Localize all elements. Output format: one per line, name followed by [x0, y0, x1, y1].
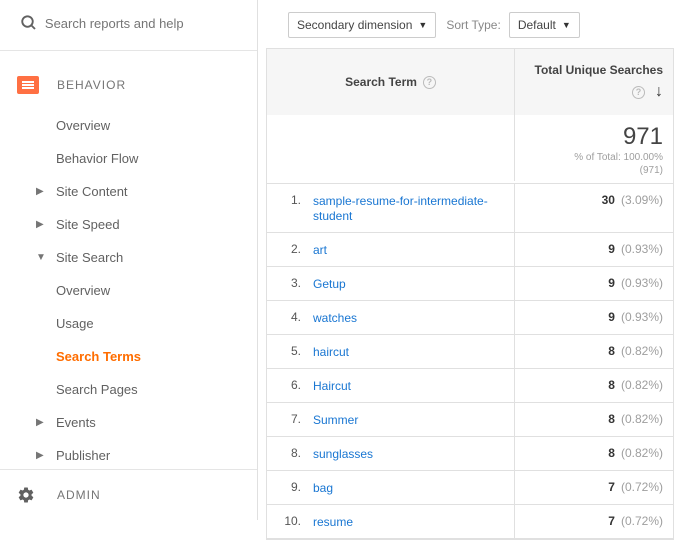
search-term-link[interactable]: sunglasses — [313, 447, 373, 461]
row-value: 8(0.82%) — [515, 403, 674, 436]
table-row: 9. bag 7(0.72%) — [267, 471, 674, 505]
nav-site-speed[interactable]: ▶Site Speed — [0, 208, 257, 241]
row-term: watches — [309, 301, 515, 334]
col-search-term[interactable]: Search Term ? — [267, 49, 515, 115]
search-icon — [20, 14, 45, 32]
row-index: 4. — [267, 301, 309, 334]
table-row: 10. resume 7(0.72%) — [267, 505, 674, 539]
search-term-link[interactable]: Summer — [313, 413, 358, 427]
row-term: bag — [309, 471, 515, 504]
behavior-icon — [17, 76, 39, 94]
chevron-right-icon: ▶ — [36, 186, 56, 197]
admin-row[interactable]: ADMIN — [0, 469, 257, 520]
nav-site-search-usage[interactable]: Usage — [0, 307, 257, 340]
chevron-right-icon: ▶ — [36, 219, 56, 230]
row-term: Getup — [309, 267, 515, 300]
chevron-right-icon: ▶ — [36, 417, 56, 428]
secondary-dimension-dropdown[interactable]: Secondary dimension ▼ — [288, 12, 436, 38]
row-value: 8(0.82%) — [515, 437, 674, 470]
search-terms-table: Search Term ? Total Unique Searches ? ↓ … — [266, 48, 674, 540]
search-term-link[interactable]: art — [313, 243, 327, 257]
nav-site-content[interactable]: ▶Site Content — [0, 175, 257, 208]
section-behavior[interactable]: BEHAVIOR — [0, 61, 257, 109]
nav-behavior-flow[interactable]: ▶Behavior Flow — [0, 142, 257, 175]
row-index: 7. — [267, 403, 309, 436]
chevron-right-icon: ▶ — [36, 450, 56, 461]
table-row: 1.sample-resume-for-intermediate-student… — [267, 184, 674, 233]
row-value: 7(0.72%) — [515, 505, 674, 538]
main: Secondary dimension ▼ Sort Type: Default… — [258, 0, 674, 520]
search-term-link[interactable]: Getup — [313, 277, 346, 291]
row-term: haircut — [309, 335, 515, 368]
table-row: 5. haircut 8(0.82%) — [267, 335, 674, 369]
row-index: 5. — [267, 335, 309, 368]
row-index: 10. — [267, 505, 309, 538]
search-input[interactable] — [45, 16, 245, 31]
search-term-link[interactable]: haircut — [313, 345, 349, 359]
total-count: (971) — [523, 164, 663, 177]
table-row: 3. Getup 9(0.93%) — [267, 267, 674, 301]
row-value: 9(0.93%) — [515, 301, 674, 334]
row-index: 8. — [267, 437, 309, 470]
total-value: 971 — [523, 123, 663, 151]
table-row: 6. Haircut 8(0.82%) — [267, 369, 674, 403]
nav: BEHAVIOR ▶Overview ▶Behavior Flow ▶Site … — [0, 61, 257, 469]
nav-overview[interactable]: ▶Overview — [0, 109, 257, 142]
nav-site-search-terms[interactable]: Search Terms — [0, 340, 257, 373]
row-term: Summer — [309, 403, 515, 436]
row-term: art — [309, 233, 515, 266]
sort-desc-icon: ↓ — [655, 83, 663, 101]
search-term-link[interactable]: bag — [313, 481, 333, 495]
row-index: 2. — [267, 233, 309, 266]
search-term-link[interactable]: Haircut — [313, 379, 351, 393]
row-index: 6. — [267, 369, 309, 402]
nav-events[interactable]: ▶Events — [0, 406, 257, 439]
search-term-link[interactable]: watches — [313, 311, 357, 325]
nav-site-search-pages[interactable]: Search Pages — [0, 373, 257, 406]
chevron-down-icon: ▼ — [418, 20, 427, 30]
row-index: 1. — [267, 184, 309, 232]
row-value: 8(0.82%) — [515, 369, 674, 402]
table-row: 4. watches 9(0.93%) — [267, 301, 674, 335]
nav-site-search-overview[interactable]: Overview — [0, 274, 257, 307]
admin-label: ADMIN — [57, 488, 101, 502]
help-icon[interactable]: ? — [423, 76, 436, 89]
search-term-link[interactable]: resume — [313, 515, 353, 529]
summary-row: 971 % of Total: 100.00% (971) — [267, 115, 674, 184]
sort-type-label: Sort Type: — [446, 18, 500, 32]
table-controls: Secondary dimension ▼ Sort Type: Default… — [266, 12, 674, 48]
row-index: 3. — [267, 267, 309, 300]
nav-site-search[interactable]: ▼Site Search — [0, 241, 257, 274]
search-row — [0, 0, 257, 51]
search-term-link[interactable]: sample-resume-for-intermediate-student — [313, 194, 488, 223]
nav-publisher[interactable]: ▶Publisher — [0, 439, 257, 469]
table-row: 7. Summer 8(0.82%) — [267, 403, 674, 437]
row-value: 9(0.93%) — [515, 267, 674, 300]
section-label: BEHAVIOR — [57, 78, 126, 92]
help-icon[interactable]: ? — [632, 86, 645, 99]
row-term: resume — [309, 505, 515, 538]
row-term: Haircut — [309, 369, 515, 402]
total-pct: % of Total: 100.00% — [523, 151, 663, 164]
sort-type-dropdown[interactable]: Default ▼ — [509, 12, 580, 38]
row-value: 8(0.82%) — [515, 335, 674, 368]
table-row: 2. art 9(0.93%) — [267, 233, 674, 267]
sidebar: BEHAVIOR ▶Overview ▶Behavior Flow ▶Site … — [0, 0, 258, 520]
col-total-unique-searches[interactable]: Total Unique Searches ? ↓ — [515, 49, 674, 115]
row-term: sample-resume-for-intermediate-student — [309, 184, 515, 232]
chevron-down-icon: ▼ — [36, 252, 56, 263]
row-value: 30(3.09%) — [515, 184, 674, 232]
chevron-down-icon: ▼ — [562, 20, 571, 30]
row-value: 7(0.72%) — [515, 471, 674, 504]
gear-icon — [17, 486, 39, 504]
row-value: 9(0.93%) — [515, 233, 674, 266]
table-header: Search Term ? Total Unique Searches ? ↓ — [267, 49, 674, 115]
row-term: sunglasses — [309, 437, 515, 470]
row-index: 9. — [267, 471, 309, 504]
table-row: 8. sunglasses 8(0.82%) — [267, 437, 674, 471]
